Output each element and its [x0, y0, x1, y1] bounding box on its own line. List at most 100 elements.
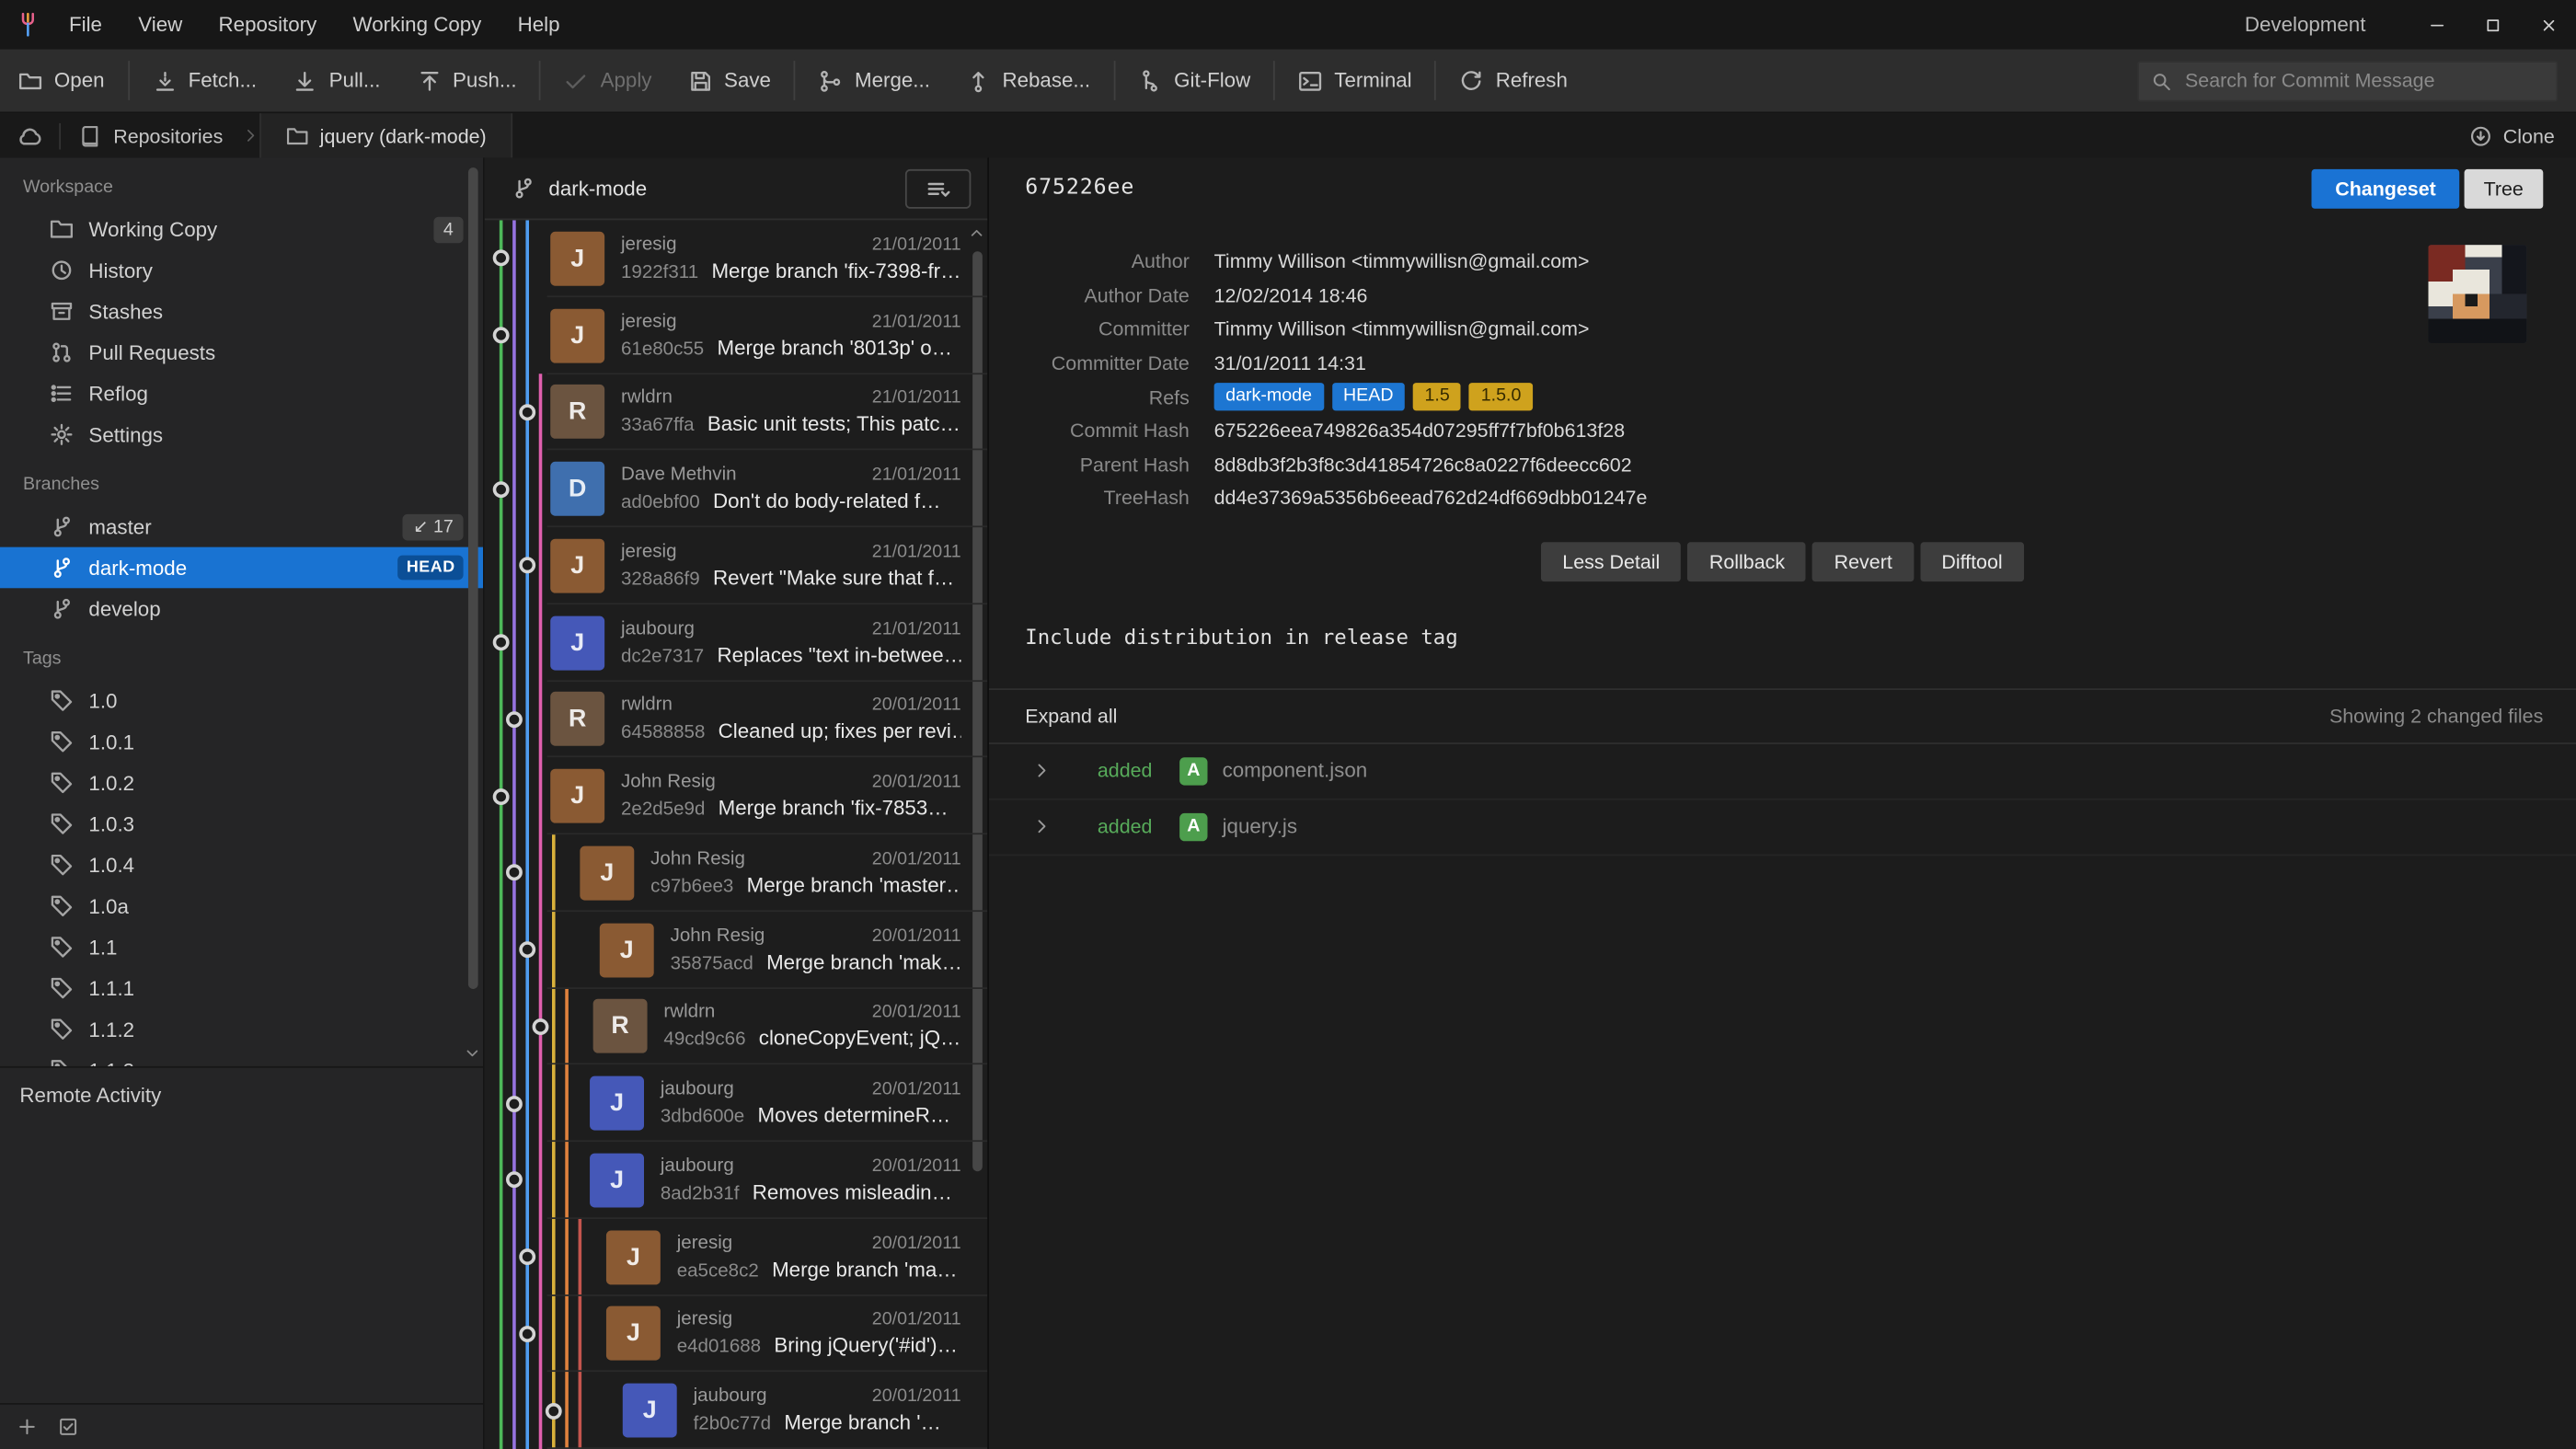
toolbar-button[interactable]: Push...	[398, 50, 535, 112]
open-icon	[18, 68, 43, 93]
detail-field-label: Author Date	[989, 284, 1190, 307]
cloud-icon[interactable]	[17, 122, 43, 149]
scroll-down-icon[interactable]	[464, 1045, 482, 1064]
sidebar-tag-item[interactable]: 1.0.3	[0, 803, 483, 845]
sidebar-item[interactable]: Working Copy 4	[0, 209, 483, 250]
menu-item[interactable]: View	[121, 0, 201, 50]
commit-date: 20/01/2011	[872, 1386, 961, 1406]
toolbar-button[interactable]: Pull...	[275, 50, 398, 112]
toolbar-button[interactable]: Git-Flow	[1120, 50, 1269, 112]
commit-row[interactable]: J John Resig 20/01/2011 2e2d5e9d Merge b…	[485, 758, 987, 834]
sidebar-tag-item[interactable]: 1.0a	[0, 886, 483, 927]
clone-button[interactable]: Clone	[2447, 113, 2576, 157]
commit-row[interactable]: R rwldrn 20/01/2011 64588858 Cleaned up;…	[485, 681, 987, 757]
toolbar-button[interactable]: Fetch...	[134, 50, 275, 112]
commit-row[interactable]: R rwldrn 21/01/2011 33a67ffa Basic unit …	[485, 374, 987, 450]
commit-search-input[interactable]	[2181, 67, 2545, 94]
maximize-button[interactable]	[2465, 0, 2521, 50]
sidebar-item[interactable]: Reflog	[0, 373, 483, 414]
commit-date: 20/01/2011	[872, 1156, 961, 1176]
commit-row[interactable]: R rwldrn 20/01/2011 49cd9c66 cloneCopyEv…	[485, 988, 987, 1064]
sidebar-tag-item[interactable]: 1.1.1	[0, 968, 483, 1009]
detail-hash-label: Parent Hash	[989, 454, 1190, 477]
breadcrumb-repositories[interactable]: Repositories	[61, 113, 241, 157]
filter-toggle-button[interactable]	[58, 1416, 79, 1437]
sidebar-tag-item[interactable]: 1.0	[0, 680, 483, 721]
toolbar-button[interactable]: Refresh	[1442, 50, 1586, 112]
sidebar-item[interactable]: Settings	[0, 414, 483, 455]
changed-file-row[interactable]: added A jquery.js	[989, 799, 2576, 856]
branch-icon	[511, 176, 535, 201]
chevron-right-icon[interactable]	[1031, 761, 1051, 780]
commit-hash: dc2e7317	[621, 647, 704, 666]
commit-row[interactable]: J jeresig 21/01/2011 1922f311 Merge bran…	[485, 220, 987, 296]
detail-field-value: Timmy Willison <timmywillisn@gmail.com>	[1214, 318, 1590, 341]
commit-date: 21/01/2011	[872, 235, 961, 254]
sidebar-item[interactable]: History	[0, 249, 483, 291]
commit-row[interactable]: J John Resig 20/01/2011 c97b6ee3 Merge b…	[485, 834, 987, 911]
commit-row[interactable]: J jeresig 20/01/2011 e4d01688 Bring jQue…	[485, 1295, 987, 1372]
commit-row[interactable]: J jeresig 21/01/2011 61e80c55 Merge bran…	[485, 297, 987, 374]
ref-badge[interactable]: 1.5.0	[1469, 383, 1533, 410]
commit-author: jaubourg	[661, 1079, 734, 1098]
sidebar-branch-item[interactable]: dark-mode HEAD	[0, 547, 483, 589]
commit-row[interactable]: J John Resig 20/01/2011 35875acd Merge b…	[485, 912, 987, 988]
tab-repository-jquery[interactable]: jquery (dark-mode)	[259, 113, 513, 157]
commit-row[interactable]: J jeresig 20/01/2011 ea5ce8c2 Merge bran…	[485, 1219, 987, 1295]
detail-action-button[interactable]: Less Detail	[1541, 542, 1681, 581]
sidebar-tag-item[interactable]: 1.1	[0, 926, 483, 968]
changeset-tab[interactable]: Changeset	[2312, 168, 2459, 208]
sidebar-scrollbar-thumb[interactable]	[468, 167, 478, 989]
toolbar-button[interactable]: Merge...	[800, 50, 948, 112]
ref-badge[interactable]: HEAD	[1331, 383, 1405, 410]
ref-badge[interactable]: 1.5	[1413, 383, 1461, 410]
menu-item[interactable]: File	[51, 0, 120, 50]
sidebar-tag-item[interactable]: 1.0.4	[0, 845, 483, 886]
detail-fields-hashes: Commit Hash 675226eea749826a354d07295ff7…	[989, 414, 2576, 515]
sidebar: Workspace Working Copy 4 History	[0, 157, 485, 1449]
toolbar-button-label: Terminal	[1334, 69, 1411, 92]
detail-short-hash: 675226ee	[1025, 176, 1134, 201]
tag-items: 1.0 1.0.1 1.0.2	[0, 680, 483, 1066]
toolbar-button[interactable]: Terminal	[1280, 50, 1430, 112]
minimize-button[interactable]	[2409, 0, 2465, 50]
chevron-right-icon[interactable]	[1031, 817, 1051, 836]
sidebar-branch-item[interactable]: develop	[0, 588, 483, 629]
sidebar-scrollbar[interactable]	[465, 165, 481, 1060]
ref-badge[interactable]: dark-mode	[1214, 383, 1324, 410]
commit-row[interactable]: J jaubourg 20/01/2011 3dbd600e Moves det…	[485, 1065, 987, 1142]
toolbar-button[interactable]: Open	[0, 50, 122, 112]
close-button[interactable]	[2520, 0, 2576, 50]
sidebar-item[interactable]: Pull Requests	[0, 332, 483, 374]
commit-row[interactable]: J jaubourg 20/01/2011 8ad2b31f Removes m…	[485, 1142, 987, 1218]
add-repository-button[interactable]	[17, 1416, 38, 1437]
detail-action-button[interactable]: Difftool	[1920, 542, 2024, 581]
expand-all-button[interactable]: Expand all	[1025, 705, 1117, 728]
detail-action-button[interactable]: Rollback	[1688, 542, 1807, 581]
sidebar-tag-item[interactable]: 1.1.3	[0, 1050, 483, 1066]
commit-row[interactable]: J jaubourg 20/01/2011 f2b0c77d Merge bra…	[485, 1373, 987, 1449]
commit-message: Basic unit tests; This patc…	[707, 413, 960, 436]
menu-item[interactable]: Help	[500, 0, 578, 50]
toolbar-button[interactable]: Rebase...	[949, 50, 1109, 112]
commit-row[interactable]: J jeresig 21/01/2011 328a86f9 Revert "Ma…	[485, 527, 987, 604]
sidebar-item[interactable]: Stashes	[0, 291, 483, 332]
toolbar-button[interactable]: Save	[670, 50, 788, 112]
commit-row[interactable]: J jaubourg 21/01/2011 dc2e7317 Replaces …	[485, 604, 987, 681]
changed-files-list: added A component.json added A jquery.js	[989, 743, 2576, 855]
menu-item[interactable]: Working Copy	[335, 0, 500, 50]
toolbar-button[interactable]: Apply	[546, 50, 670, 112]
changed-file-row[interactable]: added A component.json	[989, 743, 2576, 799]
pull-icon	[293, 68, 317, 93]
sidebar-tag-item[interactable]: 1.0.1	[0, 721, 483, 763]
list-options-button[interactable]	[905, 168, 971, 208]
sidebar-tag-item[interactable]: 1.1.2	[0, 1008, 483, 1050]
tree-tab[interactable]: Tree	[2464, 168, 2543, 208]
sidebar-tag-item[interactable]: 1.0.2	[0, 763, 483, 804]
commit-graph-node	[506, 1172, 523, 1189]
sidebar-branch-item[interactable]: master ↙ 17	[0, 506, 483, 547]
clone-button-label: Clone	[2503, 124, 2555, 147]
detail-action-button[interactable]: Revert	[1812, 542, 1914, 581]
commit-row[interactable]: D Dave Methvin 21/01/2011 ad0ebf00 Don't…	[485, 451, 987, 527]
menu-item[interactable]: Repository	[201, 0, 335, 50]
